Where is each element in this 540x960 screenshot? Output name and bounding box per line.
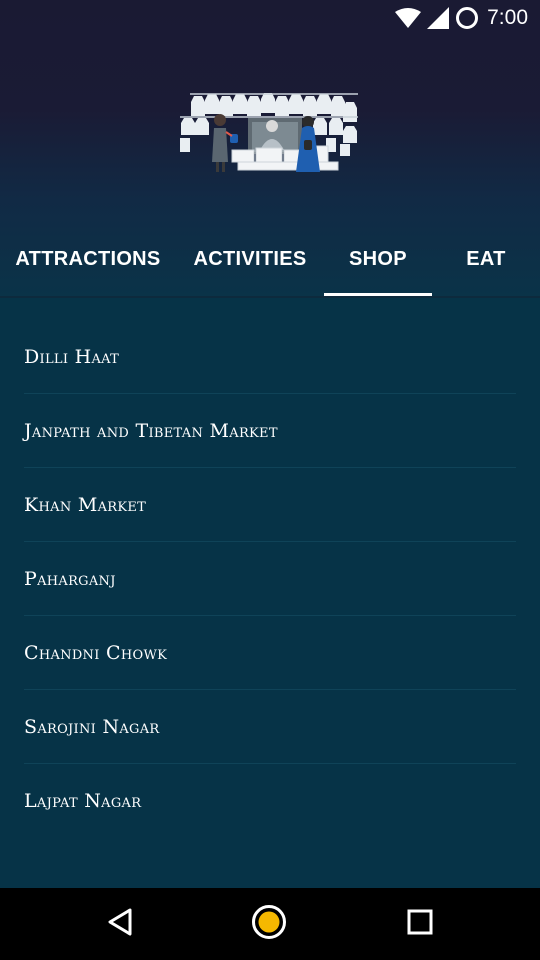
list-item-label: Chandni Chowk	[24, 641, 168, 664]
list-item-label: Dilli Haat	[24, 345, 120, 368]
tab-activities[interactable]: ACTIVITIES	[176, 226, 324, 296]
market-stall-illustration	[176, 88, 364, 180]
cell-signal-icon	[427, 7, 450, 29]
list-item-lajpat-nagar[interactable]: Lajpat Nagar	[24, 764, 516, 838]
category-tabs: ATTRACTIONS ACTIVITIES SHOP EAT	[0, 226, 540, 296]
back-button[interactable]	[80, 888, 160, 960]
shop-list: Dilli Haat Janpath and Tibetan Market Kh…	[24, 320, 516, 838]
list-item-dilli-haat[interactable]: Dilli Haat	[24, 320, 516, 394]
tab-shop[interactable]: SHOP	[324, 226, 432, 296]
tab-eat[interactable]: EAT	[432, 226, 540, 296]
tab-attractions[interactable]: ATTRACTIONS	[0, 226, 176, 296]
list-item-janpath-tibetan-market[interactable]: Janpath and Tibetan Market	[24, 394, 516, 468]
list-item-khan-market[interactable]: Khan Market	[24, 468, 516, 542]
system-navigation-bar	[0, 888, 540, 960]
tab-activities-label: ACTIVITIES	[193, 248, 307, 270]
list-item-paharganj[interactable]: Paharganj	[24, 542, 516, 616]
tab-shop-label: SHOP	[349, 248, 407, 270]
list-item-label: Khan Market	[24, 493, 147, 516]
tab-attractions-label: ATTRACTIONS	[15, 248, 161, 270]
tab-eat-label: EAT	[466, 248, 506, 270]
recents-button[interactable]	[380, 888, 460, 960]
status-icons: 7:00	[395, 5, 528, 31]
status-time: 7:00	[487, 6, 528, 29]
list-item-label: Paharganj	[24, 567, 116, 590]
back-icon	[106, 907, 134, 942]
list-item-label: Lajpat Nagar	[24, 790, 142, 812]
recents-icon	[407, 909, 433, 940]
home-icon	[251, 904, 287, 945]
wifi-icon	[395, 8, 422, 28]
list-item-label: Sarojini Nagar	[24, 715, 160, 738]
status-bar: 7:00	[0, 0, 540, 36]
app-screen: 7:00 ATTRACTIONS ACTIVITIES SHOP EAT Dil…	[0, 0, 540, 960]
list-item-label: Janpath and Tibetan Market	[24, 419, 278, 442]
list-item-sarojini-nagar[interactable]: Sarojini Nagar	[24, 690, 516, 764]
home-button[interactable]	[229, 888, 309, 960]
header: 7:00 ATTRACTIONS ACTIVITIES SHOP EAT	[0, 0, 540, 296]
battery-ring-icon	[455, 6, 479, 30]
list-item-chandni-chowk[interactable]: Chandni Chowk	[24, 616, 516, 690]
header-divider	[0, 296, 540, 298]
